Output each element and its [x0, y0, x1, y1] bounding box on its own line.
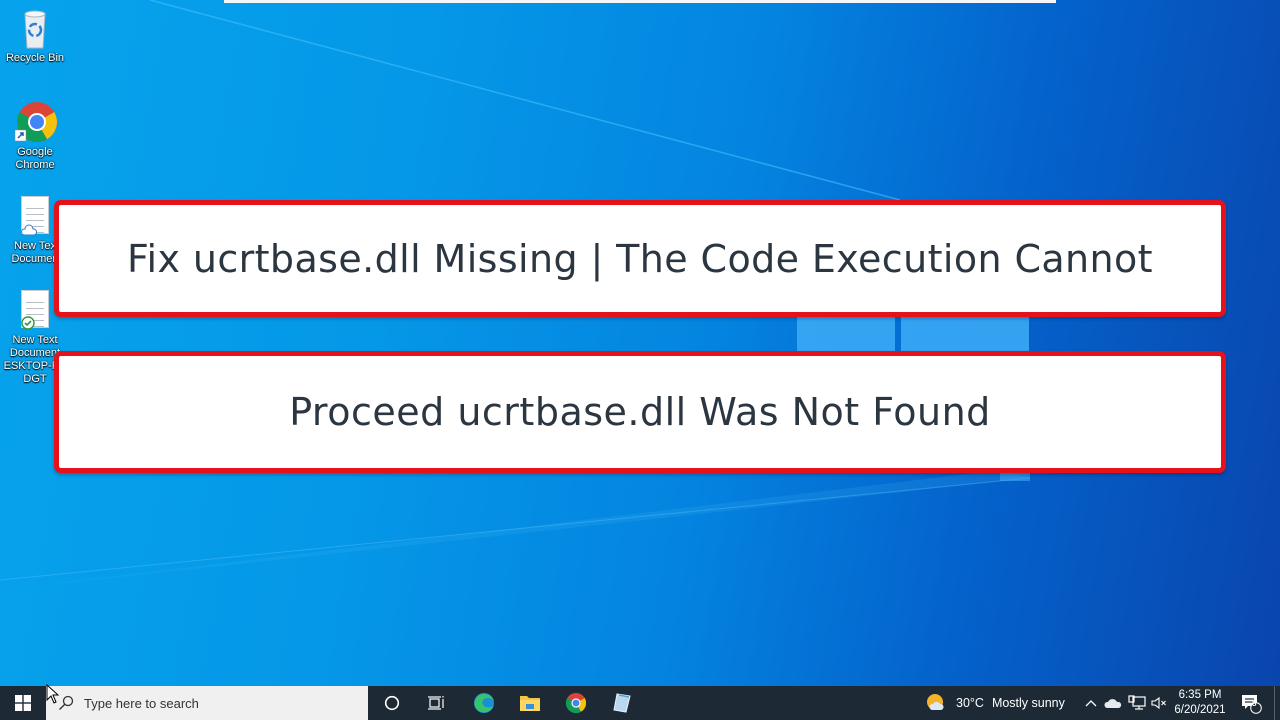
volume-tray-button[interactable] [1148, 686, 1170, 720]
action-center-button[interactable]: 8 [1236, 686, 1266, 720]
start-button[interactable] [0, 686, 46, 720]
weather-temp: 30°C [956, 696, 984, 710]
sync-check-icon [21, 316, 35, 330]
weather-sun-cloud-icon [927, 694, 944, 710]
window-edge [224, 0, 1056, 3]
title-banner-line-1: Fix ucrtbase.dll Missing | The Code Exec… [54, 200, 1226, 317]
notification-count-badge: 8 [1252, 699, 1257, 708]
desktop-icon-label: Chrome [15, 159, 55, 171]
wallpaper-light-ray [0, 0, 1031, 590]
network-icon [1128, 695, 1146, 710]
cloud-icon [21, 224, 37, 236]
wallpaper-logo-pane [797, 317, 895, 351]
title-banner-line-2: Proceed ucrtbase.dll Was Not Found [54, 351, 1226, 473]
show-hidden-icons-button[interactable] [1082, 686, 1100, 720]
search-placeholder: Type here to search [84, 695, 199, 711]
mouse-cursor-icon [46, 684, 60, 704]
title-text-line-1: Fix ucrtbase.dll Missing | The Code Exec… [127, 236, 1153, 281]
chrome-icon [13, 100, 57, 144]
search-icon [59, 695, 74, 710]
taskbar-search-box[interactable]: Type here to search [46, 686, 368, 720]
taskbar-file-explorer-button[interactable] [512, 686, 548, 720]
wallpaper-logo-pane [901, 317, 1029, 351]
weather-widget[interactable]: 30°C Mostly sunny [926, 686, 1072, 720]
wallpaper-logo-pane [1000, 473, 1030, 481]
edge-icon [474, 693, 494, 713]
windows-logo-icon [15, 695, 31, 711]
taskbar-chrome-button[interactable] [558, 686, 594, 720]
taskbar: Type here to search 30°C Mostly sunny 6:… [0, 686, 1280, 720]
weather-condition: Mostly sunny [991, 696, 1065, 710]
task-view-icon [428, 696, 444, 710]
show-desktop-divider[interactable] [1274, 686, 1275, 720]
text-document-icon [13, 288, 57, 332]
chrome-icon [565, 693, 587, 714]
onedrive-tray-button[interactable] [1102, 686, 1124, 720]
onedrive-cloud-icon [1104, 699, 1122, 708]
folder-icon [520, 696, 540, 711]
desktop-icon-label: Recycle Bin [5, 52, 65, 64]
taskbar-clock[interactable]: 6:35 PM 6/20/2021 [1170, 686, 1230, 720]
volume-muted-icon [1151, 696, 1166, 710]
recycle-bin-icon [13, 6, 57, 50]
cortana-button[interactable] [374, 686, 410, 720]
task-view-button[interactable] [418, 686, 454, 720]
desktop-icon-recycle-bin[interactable]: Recycle Bin [2, 6, 68, 65]
clock-time: 6:35 PM [1178, 689, 1222, 701]
text-document-icon [13, 194, 57, 238]
taskbar-notepad-button[interactable] [604, 686, 640, 720]
desktop-icon-label: Google [17, 146, 53, 158]
title-text-line-2: Proceed ucrtbase.dll Was Not Found [289, 390, 991, 434]
chevron-up-icon [1085, 700, 1097, 707]
notepad-icon [613, 693, 631, 713]
network-tray-button[interactable] [1126, 686, 1148, 720]
clock-date: 6/20/2021 [1174, 704, 1226, 716]
cortana-circle-icon [384, 695, 400, 711]
desktop-icon-label: New Text [12, 334, 58, 346]
desktop-icon-google-chrome[interactable]: Google Chrome [2, 100, 68, 172]
notifications-icon [1242, 695, 1262, 714]
taskbar-edge-button[interactable] [466, 686, 502, 720]
